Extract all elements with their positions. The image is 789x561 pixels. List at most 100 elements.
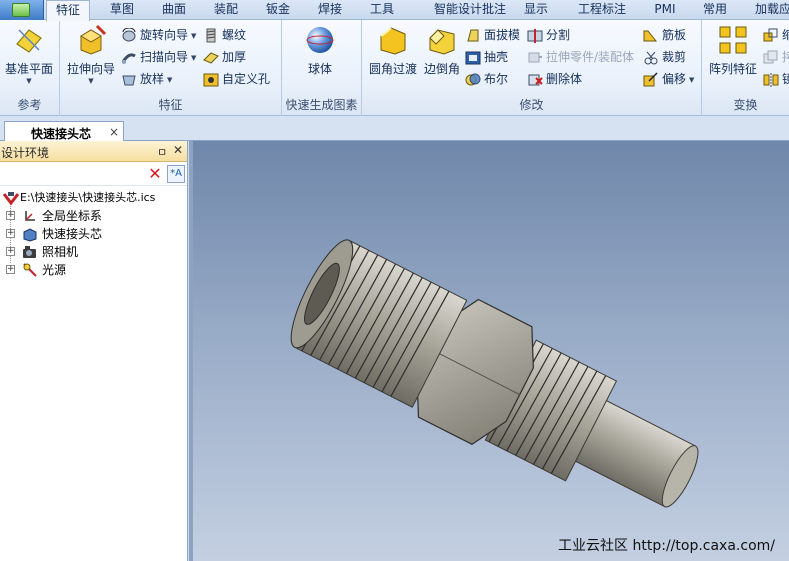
loft-button[interactable]: 放样 ▼ — [120, 69, 172, 89]
rib-icon — [643, 28, 659, 43]
revolve-wizard-label: 旋转向导 — [140, 28, 189, 42]
stretch-part-assembly-button[interactable]: 拉伸零件/装配体 — [526, 47, 634, 67]
tree-item-part[interactable]: + 快速接头芯 — [0, 225, 188, 243]
tab-surface[interactable]: 曲面 — [152, 0, 196, 20]
array-feature-label: 阵列特征 — [708, 62, 757, 76]
thicken-icon — [203, 50, 219, 65]
tab-sheet-metal[interactable]: 钣金 — [256, 0, 300, 20]
copy-button[interactable]: 拷 — [762, 47, 789, 67]
tree-item-camera[interactable]: + 照相机 — [0, 243, 188, 261]
tree-item-light-source[interactable]: + 光源 — [0, 261, 188, 279]
draft-face-label: 面拔模 — [484, 28, 521, 42]
quick-coupling-core-model[interactable] — [193, 141, 789, 561]
assembly-root-icon — [2, 190, 20, 206]
split-button[interactable]: 分割 — [526, 25, 570, 45]
array-feature-button[interactable]: 阵列特征 — [708, 24, 758, 77]
draft-face-button[interactable]: 面拔模 — [464, 25, 520, 45]
group-label-transform: 变换 — [733, 98, 758, 112]
boolean-button[interactable]: 布尔 — [464, 69, 508, 89]
application-menu-button[interactable] — [0, 0, 44, 20]
mirror-icon — [763, 72, 779, 87]
extrude-wizard-button[interactable]: 拉伸向导 ▼ — [64, 24, 118, 85]
camera-icon — [22, 244, 38, 260]
expand-icon[interactable]: + — [6, 247, 15, 256]
design-tree: E:\快速接头\快速接头芯.ics + 全局坐标系 + 快速接头芯 + 照相机 … — [0, 189, 188, 279]
group-label-modify: 修改 — [519, 98, 544, 112]
delete-body-icon — [527, 72, 543, 87]
loft-icon — [121, 72, 137, 87]
fillet-button[interactable]: 圆角过渡 — [368, 24, 418, 77]
tab-sketch[interactable]: 草图 — [100, 0, 144, 20]
boolean-icon — [465, 72, 481, 87]
chamfer-label: 边倒角 — [423, 62, 460, 76]
custom-hole-button[interactable]: 自定义孔 — [202, 69, 270, 89]
part-icon — [22, 226, 38, 242]
rib-button[interactable]: 筋板 — [642, 25, 686, 45]
trim-button[interactable]: 裁剪 — [642, 47, 686, 67]
shell-button[interactable]: 抽壳 — [464, 47, 508, 67]
expand-icon[interactable]: + — [6, 211, 15, 220]
group-feature: 拉伸向导 ▼ 旋转向导 ▼ 扫描向导 ▼ 放样 ▼ 螺纹 加厚 自定义孔 特征 — [60, 20, 282, 116]
thread-button[interactable]: 螺纹 — [202, 25, 246, 45]
custom-hole-icon — [203, 72, 219, 87]
stretch-part-assembly-label: 拉伸零件/装配体 — [546, 50, 635, 64]
delete-icon[interactable]: ✕ — [146, 165, 164, 183]
shell-label: 抽壳 — [484, 50, 509, 64]
chamfer-button[interactable]: 边倒角 — [420, 24, 464, 77]
offset-icon — [643, 72, 659, 87]
tab-common[interactable]: 常用 — [695, 0, 735, 20]
revolve-wizard-button[interactable]: 旋转向导 ▼ — [120, 25, 196, 45]
tab-assembly[interactable]: 装配 — [204, 0, 248, 20]
dropdown-arrow-icon: ▼ — [689, 75, 695, 84]
tab-pmi[interactable]: PMI — [645, 0, 685, 20]
datum-plane-button[interactable]: 基准平面 ▼ — [2, 24, 56, 85]
chevron-down-icon: ▼ — [88, 77, 94, 85]
chamfer-icon — [426, 24, 458, 56]
tab-display[interactable]: 显示 — [514, 0, 558, 20]
loft-label: 放样 — [140, 72, 165, 86]
tab-tools[interactable]: 工具 — [360, 0, 404, 20]
trim-icon — [643, 50, 659, 65]
dropdown-arrow-icon: ▼ — [191, 31, 197, 40]
3d-viewport[interactable]: 工业云社区 http://top.caxa.com/ — [189, 141, 789, 561]
expand-icon[interactable]: + — [6, 265, 15, 274]
thicken-label: 加厚 — [222, 50, 247, 64]
dropdown-arrow-icon: ▼ — [167, 75, 173, 84]
close-icon[interactable]: × — [109, 125, 119, 139]
dropdown-arrow-icon: ▼ — [191, 53, 197, 62]
sphere-button[interactable]: 球体 — [298, 24, 342, 77]
tree-root-label: E:\快速接头\快速接头芯.ics — [20, 191, 156, 204]
mirror-button[interactable]: 镜 — [762, 69, 789, 89]
stretch-part-icon — [527, 50, 543, 65]
close-icon[interactable]: ✕ — [173, 143, 183, 157]
tab-smart-design-annotation[interactable]: 智能设计批注 — [418, 0, 522, 20]
find-icon[interactable]: *A — [167, 165, 185, 183]
array-feature-icon — [717, 24, 749, 56]
tree-root[interactable]: E:\快速接头\快速接头芯.ics — [0, 189, 188, 207]
document-tab[interactable]: 快速接头芯 × — [4, 121, 124, 142]
mirror-label: 镜 — [782, 72, 789, 86]
tab-engineering-annotation[interactable]: 工程标注 — [570, 0, 634, 20]
scale-button[interactable]: 缩 — [762, 25, 789, 45]
panel-toolbar: ✕ *A — [0, 162, 187, 186]
tree-item-label: 全局坐标系 — [42, 209, 103, 223]
tab-feature[interactable]: 特征 — [46, 0, 90, 21]
sweep-wizard-button[interactable]: 扫描向导 ▼ — [120, 47, 196, 67]
offset-button[interactable]: 偏移 ▼ — [642, 69, 694, 89]
ribbon-tab-bar: 特征 草图 曲面 装配 钣金 焊接 工具 智能设计批注 显示 工程标注 PMI … — [0, 0, 789, 21]
sphere-label: 球体 — [307, 62, 332, 76]
tree-item-global-coordinate-system[interactable]: + 全局坐标系 — [0, 207, 188, 225]
expand-icon[interactable]: + — [6, 229, 15, 238]
thicken-button[interactable]: 加厚 — [202, 47, 246, 67]
delete-body-button[interactable]: 删除体 — [526, 69, 582, 89]
tab-welding[interactable]: 焊接 — [308, 0, 352, 20]
coordinate-system-icon — [22, 208, 38, 224]
tab-load-application[interactable]: 加载应 — [748, 0, 789, 20]
boolean-label: 布尔 — [484, 72, 509, 86]
pin-icon[interactable]: ㅁ — [157, 144, 167, 160]
fillet-icon — [377, 24, 409, 56]
document-tab-strip: 快速接头芯 × — [0, 116, 789, 142]
group-label-quick-primitive: 快速生成图素 — [285, 98, 358, 112]
group-transform: 阵列特征 缩 拷 镜 变换 — [702, 20, 789, 116]
light-source-icon — [22, 262, 38, 278]
